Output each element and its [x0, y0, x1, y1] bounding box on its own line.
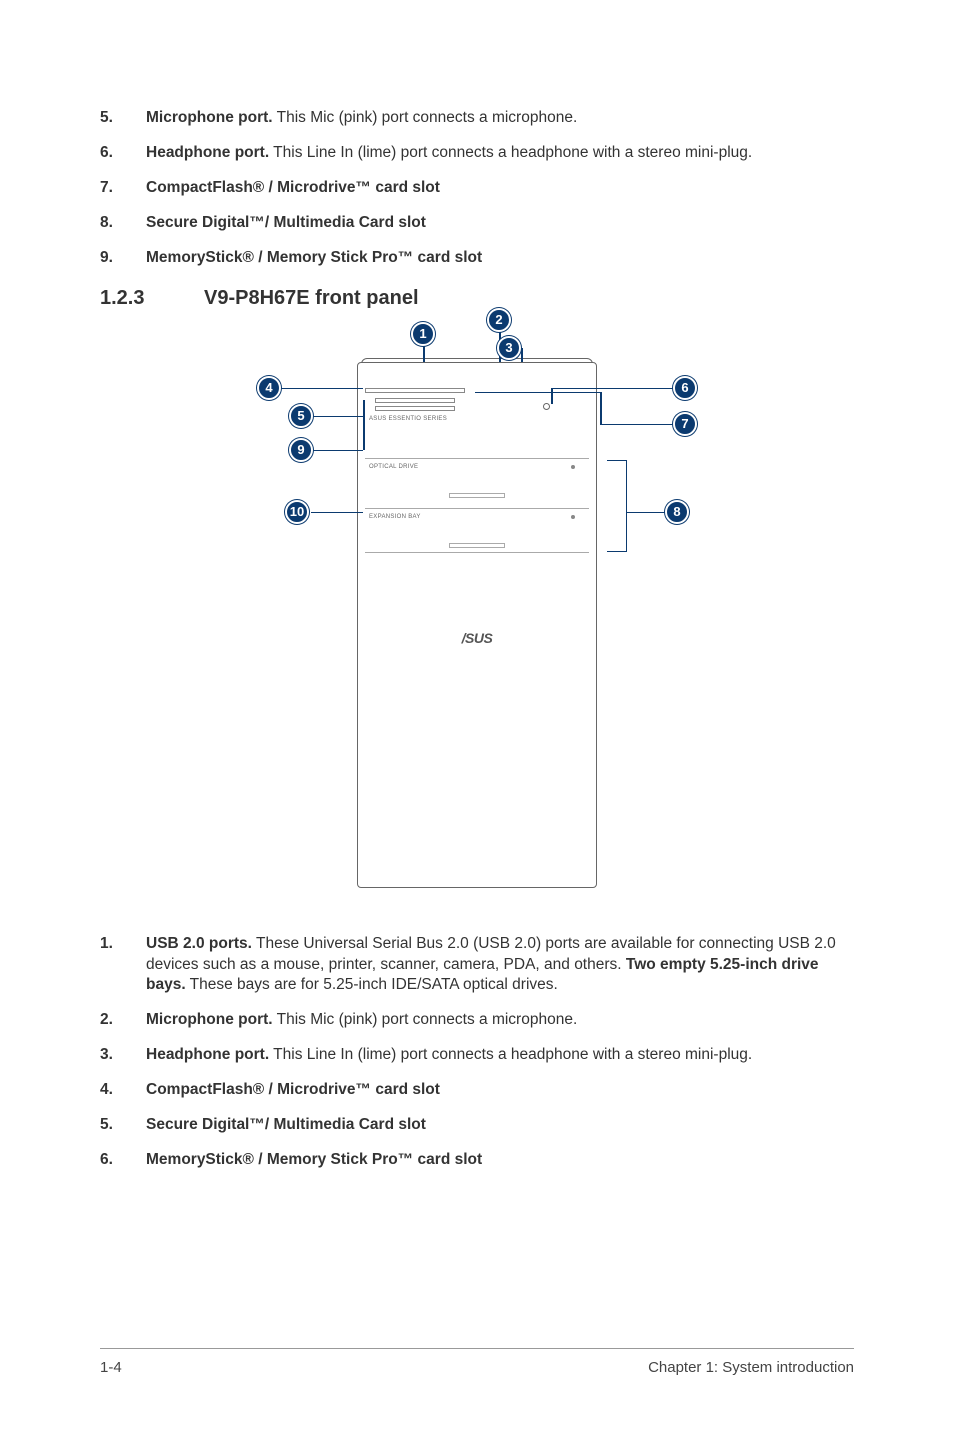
item-text: Secure Digital™/ Multimedia Card slot — [146, 213, 854, 234]
callout-9: 9 — [289, 438, 313, 462]
front-panel-diagram: ASUS ESSENTIO SERIES OPTICAL DRIVE EXPAN… — [100, 330, 854, 890]
section-number: 1.2.3 — [100, 287, 204, 310]
leader-line — [311, 512, 363, 514]
callout-3: 3 — [497, 336, 521, 360]
item-text: Microphone port. This Mic (pink) port co… — [146, 108, 854, 129]
list-item: 1. USB 2.0 ports. These Universal Serial… — [100, 934, 854, 997]
list-item: 3. Headphone port. This Line In (lime) p… — [100, 1045, 854, 1066]
leader-line — [313, 416, 363, 418]
leader-line — [363, 408, 365, 450]
divider-line — [365, 552, 589, 553]
drive-tray-icon — [449, 543, 505, 548]
leader-line — [475, 392, 601, 394]
leader-line — [551, 388, 673, 390]
expansion-label: EXPANSION BAY — [369, 514, 421, 520]
leader-line — [313, 450, 363, 452]
item-number: 9. — [100, 248, 146, 269]
item-number: 8. — [100, 213, 146, 234]
callout-4: 4 — [257, 376, 281, 400]
leader-line — [600, 392, 602, 424]
item-number: 1. — [100, 934, 146, 997]
callout-7: 7 — [673, 412, 697, 436]
list-item: 2. Microphone port. This Mic (pink) port… — [100, 1010, 854, 1031]
item-text: USB 2.0 ports. These Universal Serial Bu… — [146, 934, 854, 997]
optical-label: OPTICAL DRIVE — [369, 464, 418, 470]
callout-1: 1 — [411, 322, 435, 346]
item-number: 7. — [100, 178, 146, 199]
leader-line — [521, 348, 523, 362]
item-text: MemoryStick® / Memory Stick Pro™ card sl… — [146, 248, 854, 269]
item-text: Microphone port. This Mic (pink) port co… — [146, 1010, 854, 1031]
section-title: V9-P8H67E front panel — [204, 287, 419, 310]
item-number: 5. — [100, 1115, 146, 1136]
list-item: 5. Microphone port. This Mic (pink) port… — [100, 108, 854, 129]
eject-button-icon — [571, 465, 575, 469]
item-text: MemoryStick® / Memory Stick Pro™ card sl… — [146, 1150, 854, 1171]
power-button-icon — [543, 403, 550, 410]
list-item: 6. Headphone port. This Line In (lime) p… — [100, 143, 854, 164]
item-number: 5. — [100, 108, 146, 129]
item-text: Headphone port. This Line In (lime) port… — [146, 143, 854, 164]
bracket-icon — [607, 460, 627, 552]
item-number: 6. — [100, 1150, 146, 1171]
page-number: 1-4 — [100, 1359, 122, 1376]
list-item: 7. CompactFlash® / Microdrive™ card slot — [100, 178, 854, 199]
chassis-outline — [357, 362, 597, 888]
callout-10: 10 — [285, 500, 309, 524]
sd-slot-icon — [375, 398, 455, 403]
item-text: CompactFlash® / Microdrive™ card slot — [146, 178, 854, 199]
callout-5: 5 — [289, 404, 313, 428]
list-item: 5. Secure Digital™/ Multimedia Card slot — [100, 1115, 854, 1136]
item-number: 2. — [100, 1010, 146, 1031]
list-item: 8. Secure Digital™/ Multimedia Card slot — [100, 213, 854, 234]
leader-line — [551, 388, 553, 404]
item-text: CompactFlash® / Microdrive™ card slot — [146, 1080, 854, 1101]
chapter-title: Chapter 1: System introduction — [648, 1359, 854, 1376]
item-text: Headphone port. This Line In (lime) port… — [146, 1045, 854, 1066]
leader-line — [423, 346, 425, 362]
item-number: 4. — [100, 1080, 146, 1101]
item-number: 3. — [100, 1045, 146, 1066]
cf-slot-icon — [365, 388, 465, 393]
callout-2: 2 — [487, 308, 511, 332]
eject-button-icon — [571, 515, 575, 519]
callout-6: 6 — [673, 376, 697, 400]
leader-line — [281, 388, 363, 390]
asus-logo: /SUS — [462, 630, 493, 646]
leader-line — [600, 424, 674, 426]
list-item: 6. MemoryStick® / Memory Stick Pro™ card… — [100, 1150, 854, 1171]
ms-slot-icon — [375, 406, 455, 411]
callout-8: 8 — [665, 500, 689, 524]
item-text: Secure Digital™/ Multimedia Card slot — [146, 1115, 854, 1136]
drive-tray-icon — [449, 493, 505, 498]
section-heading: 1.2.3 V9-P8H67E front panel — [100, 287, 854, 310]
item-number: 6. — [100, 143, 146, 164]
list-item: 4. CompactFlash® / Microdrive™ card slot — [100, 1080, 854, 1101]
series-label: ASUS ESSENTIO SERIES — [369, 416, 447, 422]
page-footer: 1-4 Chapter 1: System introduction — [100, 1348, 854, 1376]
leader-line — [627, 512, 665, 514]
list-item: 9. MemoryStick® / Memory Stick Pro™ card… — [100, 248, 854, 269]
